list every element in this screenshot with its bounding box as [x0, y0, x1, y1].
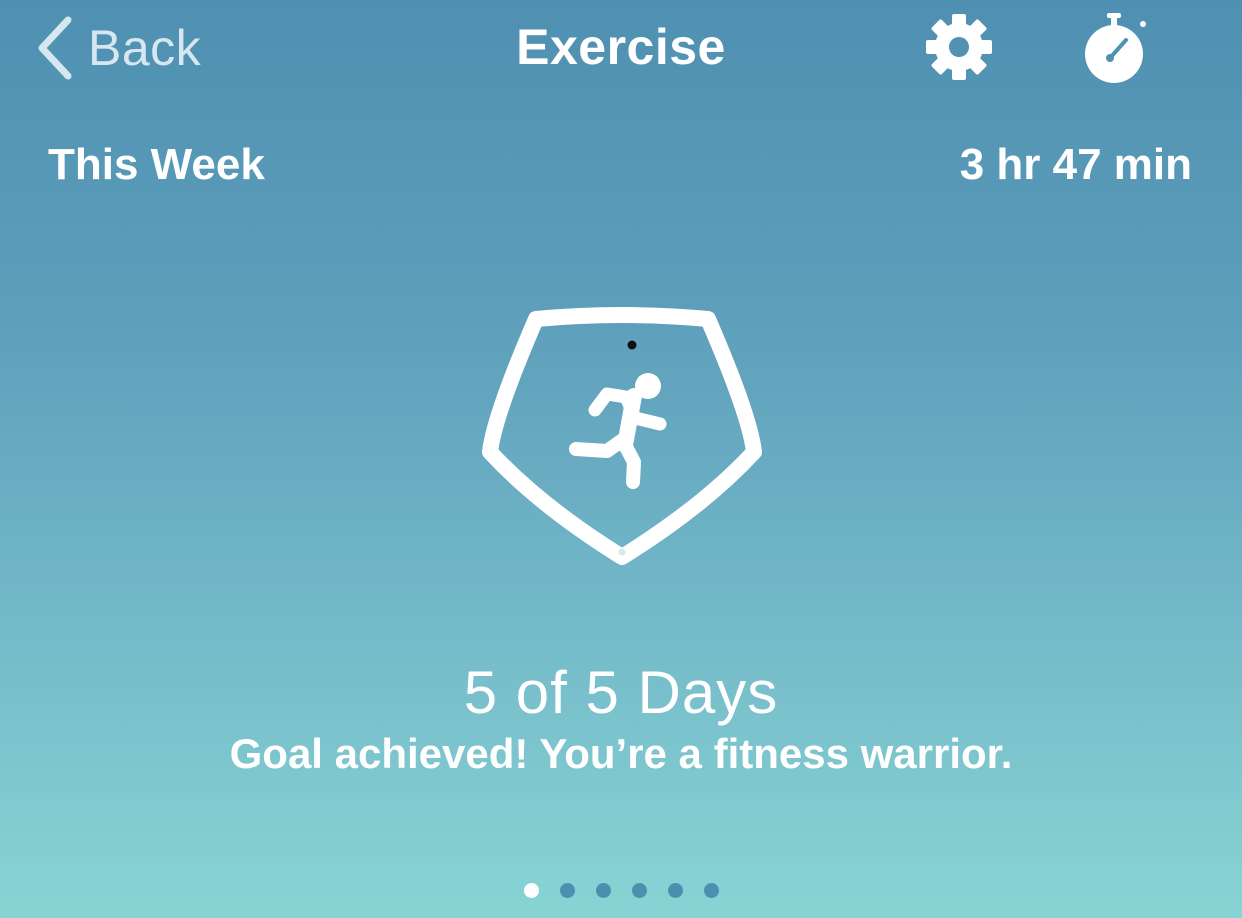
page-dot[interactable] [703, 882, 719, 898]
total-duration: 3 hr 47 min [959, 140, 1192, 189]
page-dot[interactable] [631, 882, 647, 898]
nav-bar: Back Exercise [0, 0, 1242, 100]
running-person-icon [569, 373, 667, 489]
stopwatch-icon [1085, 13, 1146, 83]
page-dot[interactable] [559, 882, 575, 898]
goal-message: Goal achieved! You’re a fitness warrior. [229, 730, 1013, 777]
page-dot[interactable] [523, 882, 539, 898]
page-indicator[interactable] [0, 882, 1242, 898]
period-label: This Week [48, 140, 265, 189]
shield-icon [482, 307, 762, 565]
exercise-badge [474, 304, 770, 568]
gear-icon [926, 14, 992, 80]
page-dot[interactable] [595, 882, 611, 898]
page-dot[interactable] [667, 882, 683, 898]
settings-button[interactable] [924, 12, 994, 82]
goal-progress-text: 5 of 5 Days [463, 659, 779, 726]
stopwatch-button[interactable] [1080, 10, 1150, 84]
page-title: Exercise [516, 19, 726, 75]
